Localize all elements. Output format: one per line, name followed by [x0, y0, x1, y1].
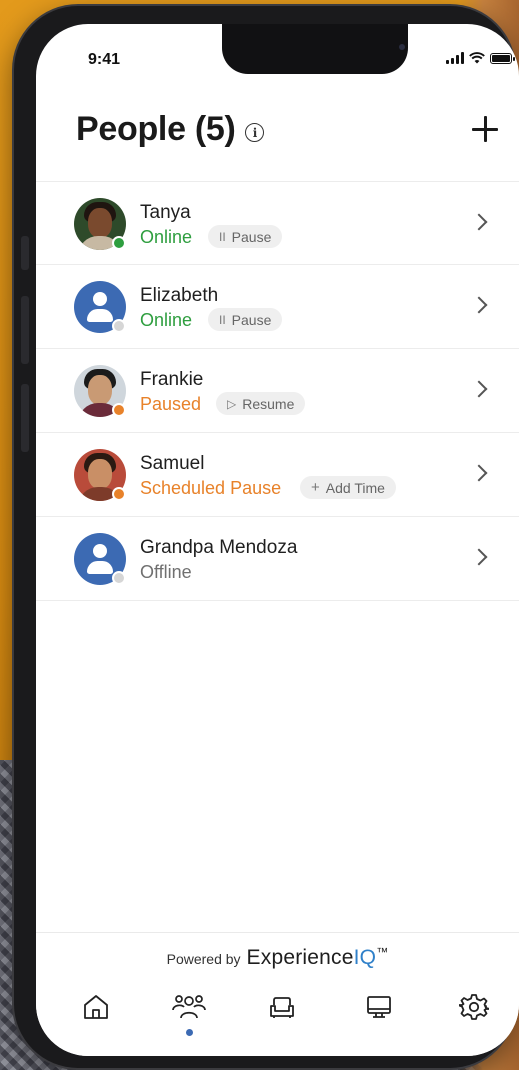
- phone-frame: 9:41 People (5) i Tanya Online II Pause …: [14, 6, 519, 1068]
- plus-icon: +: [311, 479, 320, 496]
- add-time-button[interactable]: + Add Time: [300, 476, 396, 499]
- footer: Powered by ExperienceIQ™: [36, 932, 519, 1056]
- person-name: Grandpa Mendoza: [140, 537, 298, 558]
- pause-label: Pause: [231, 311, 272, 328]
- resume-button[interactable]: ▷ Resume: [216, 392, 306, 415]
- nav-screens[interactable]: [361, 989, 397, 1025]
- camera-icon: [399, 44, 405, 50]
- wifi-icon: [469, 52, 485, 64]
- brand-suffix: IQ: [353, 946, 377, 969]
- status-time: 9:41: [88, 51, 121, 68]
- nav-people[interactable]: [171, 989, 207, 1036]
- phone-side-button: [21, 384, 29, 452]
- person-status: Offline: [140, 562, 192, 582]
- brand-name: Experience: [246, 946, 354, 969]
- powered-by-label: Powered by: [166, 951, 241, 967]
- add-person-button[interactable]: [468, 112, 502, 146]
- phone-side-button: [21, 296, 29, 364]
- people-list: Tanya Online II Pause Elizabeth Online I…: [36, 181, 519, 601]
- online-status-dot: [112, 236, 126, 250]
- pause-icon: II: [219, 229, 226, 244]
- person-name: Elizabeth: [140, 285, 219, 306]
- chevron-right-icon: [470, 296, 488, 314]
- person-name: Samuel: [140, 453, 205, 474]
- pause-icon: II: [219, 312, 226, 327]
- person-name: Tanya: [140, 202, 191, 223]
- powered-by: Powered by ExperienceIQ™: [36, 945, 519, 970]
- play-icon: ▷: [227, 396, 237, 411]
- nav-home[interactable]: [78, 989, 114, 1025]
- battery-icon: [490, 52, 515, 64]
- add-time-label: Add Time: [325, 479, 385, 496]
- person-status: Online: [140, 227, 193, 247]
- cellular-signal-icon: [446, 52, 464, 64]
- bottom-nav: [36, 989, 519, 1036]
- notch: [222, 24, 408, 74]
- couch-icon: [270, 997, 294, 1018]
- info-icon[interactable]: i: [245, 123, 265, 142]
- person-status: Scheduled Pause: [140, 478, 282, 498]
- trademark: ™: [376, 945, 389, 959]
- monitor-icon: [367, 996, 391, 1018]
- home-icon: [84, 995, 108, 1019]
- page-header: People (5) i: [76, 110, 265, 149]
- person-row-tanya[interactable]: Tanya Online II Pause: [36, 181, 519, 265]
- person-status: Paused: [140, 394, 202, 414]
- person-row-grandpa-mendoza[interactable]: Grandpa Mendoza Offline: [36, 517, 519, 601]
- pause-button[interactable]: II Pause: [208, 308, 283, 331]
- chevron-right-icon: [470, 464, 488, 482]
- brand-logo: ExperienceIQ™: [247, 945, 389, 970]
- people-icon: [172, 995, 206, 1019]
- person-row-frankie[interactable]: Frankie Paused ▷ Resume: [36, 349, 519, 433]
- chevron-right-icon: [470, 548, 488, 566]
- person-row-samuel[interactable]: Samuel Scheduled Pause + Add Time: [36, 433, 519, 517]
- chevron-right-icon: [470, 213, 488, 231]
- pause-button[interactable]: II Pause: [208, 225, 283, 248]
- gear-icon: [459, 994, 489, 1020]
- phone-screen: 9:41 People (5) i Tanya Online II Pause …: [36, 24, 519, 1056]
- person-row-elizabeth[interactable]: Elizabeth Online II Pause: [36, 265, 519, 349]
- offline-status-dot: [112, 571, 126, 585]
- person-status: Online: [140, 310, 193, 330]
- pause-label: Pause: [231, 228, 272, 245]
- offline-status-dot: [112, 319, 126, 333]
- active-indicator: [186, 1029, 193, 1036]
- nav-settings[interactable]: [456, 989, 492, 1025]
- status-icons: [446, 52, 515, 64]
- person-name: Frankie: [140, 369, 204, 390]
- phone-side-button: [21, 236, 29, 270]
- page-title: People (5): [76, 110, 236, 148]
- paused-status-dot: [112, 403, 126, 417]
- paused-status-dot: [112, 487, 126, 501]
- nav-devices[interactable]: [264, 989, 300, 1025]
- chevron-right-icon: [470, 380, 488, 398]
- resume-label: Resume: [242, 395, 295, 412]
